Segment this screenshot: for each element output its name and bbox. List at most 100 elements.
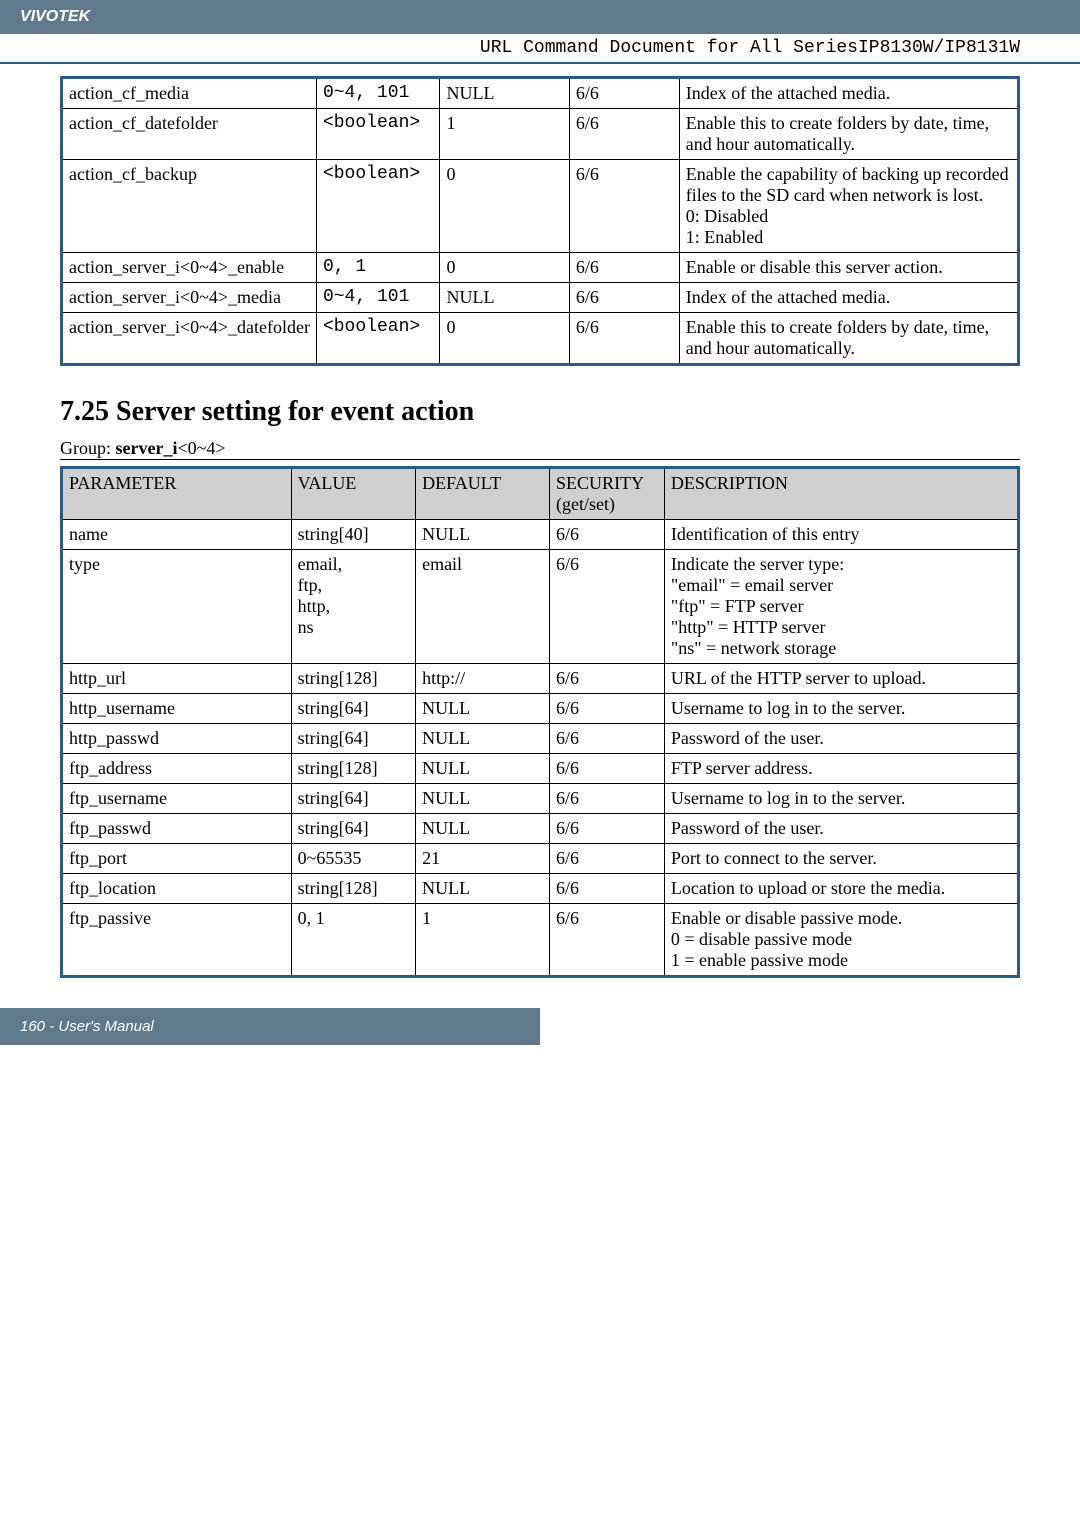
cell-value: string[64]: [291, 784, 415, 814]
cell-desc: Index of the attached media.: [679, 78, 1018, 109]
cell-security: 6/6: [569, 160, 679, 253]
page-footer: 160 - User's Manual: [0, 1008, 540, 1045]
cell-security: 6/6: [550, 874, 665, 904]
cell-default: email: [416, 550, 550, 664]
cell-param: name: [62, 520, 292, 550]
cell-security: 6/6: [550, 754, 665, 784]
cell-default: NULL: [440, 283, 569, 313]
table-event-action: action_cf_media0~4, 101NULL6/6Index of t…: [60, 76, 1020, 366]
cell-value: string[128]: [291, 664, 415, 694]
table-row: ftp_passive0, 116/6Enable or disable pas…: [62, 904, 1019, 977]
cell-value: string[64]: [291, 814, 415, 844]
th-security: SECURITY (get/set): [550, 468, 665, 520]
table-row: action_cf_datefolder<boolean>16/6Enable …: [62, 109, 1019, 160]
cell-default: 0: [440, 160, 569, 253]
cell-value: string[64]: [291, 724, 415, 754]
cell-param: action_cf_media: [62, 78, 317, 109]
table-row: ftp_addressstring[128]NULL6/6FTP server …: [62, 754, 1019, 784]
cell-default: 0: [440, 313, 569, 365]
cell-desc: Username to log in to the server.: [664, 784, 1018, 814]
table-row: action_server_i<0~4>_enable0, 106/6Enabl…: [62, 253, 1019, 283]
cell-default: NULL: [440, 78, 569, 109]
cell-desc: Identification of this entry: [664, 520, 1018, 550]
cell-param: action_server_i<0~4>_media: [62, 283, 317, 313]
cell-security: 6/6: [569, 283, 679, 313]
cell-default: NULL: [416, 814, 550, 844]
cell-desc: Enable or disable this server action.: [679, 253, 1018, 283]
brand-text: VIVOTEK: [20, 8, 90, 25]
cell-param: type: [62, 550, 292, 664]
cell-security: 6/6: [550, 724, 665, 754]
table-row: ftp_passwdstring[64]NULL6/6Password of t…: [62, 814, 1019, 844]
cell-security: 6/6: [550, 694, 665, 724]
cell-security: 6/6: [569, 313, 679, 365]
cell-value: string[40]: [291, 520, 415, 550]
cell-value: <boolean>: [316, 160, 440, 253]
cell-security: 6/6: [569, 78, 679, 109]
cell-desc: FTP server address.: [664, 754, 1018, 784]
cell-param: http_username: [62, 694, 292, 724]
th-description: DESCRIPTION: [664, 468, 1018, 520]
cell-param: http_passwd: [62, 724, 292, 754]
cell-value: <boolean>: [316, 109, 440, 160]
cell-security: 6/6: [550, 520, 665, 550]
cell-desc: Password of the user.: [664, 724, 1018, 754]
cell-param: ftp_port: [62, 844, 292, 874]
cell-desc: Username to log in to the server.: [664, 694, 1018, 724]
cell-value: 0~4, 101: [316, 283, 440, 313]
cell-security: 6/6: [550, 814, 665, 844]
cell-desc: Location to upload or store the media.: [664, 874, 1018, 904]
cell-security: 6/6: [550, 550, 665, 664]
cell-desc: Enable this to create folders by date, t…: [679, 313, 1018, 365]
th-parameter: PARAMETER: [62, 468, 292, 520]
cell-param: http_url: [62, 664, 292, 694]
cell-param: ftp_location: [62, 874, 292, 904]
table-row: action_cf_media0~4, 101NULL6/6Index of t…: [62, 78, 1019, 109]
table-server-params: PARAMETER VALUE DEFAULT SECURITY (get/se…: [60, 466, 1020, 978]
cell-value: string[128]: [291, 754, 415, 784]
cell-default: 1: [416, 904, 550, 977]
cell-desc: Password of the user.: [664, 814, 1018, 844]
cell-default: 0: [440, 253, 569, 283]
cell-desc: Index of the attached media.: [679, 283, 1018, 313]
cell-desc: Port to connect to the server.: [664, 844, 1018, 874]
brand-header: VIVOTEK: [0, 0, 1080, 34]
table-row: ftp_port0~65535216/6Port to connect to t…: [62, 844, 1019, 874]
table-row: action_server_i<0~4>_media0~4, 101NULL6/…: [62, 283, 1019, 313]
cell-default: 1: [440, 109, 569, 160]
group-label: Group: server_i<0~4>: [60, 438, 1020, 460]
cell-default: 21: [416, 844, 550, 874]
cell-security: 6/6: [569, 109, 679, 160]
table-row: http_usernamestring[64]NULL6/6Username t…: [62, 694, 1019, 724]
cell-param: ftp_address: [62, 754, 292, 784]
cell-desc: Enable this to create folders by date, t…: [679, 109, 1018, 160]
table-header-row: PARAMETER VALUE DEFAULT SECURITY (get/se…: [62, 468, 1019, 520]
table-row: http_urlstring[128]http://6/6URL of the …: [62, 664, 1019, 694]
table-row: action_cf_backup<boolean>06/6Enable the …: [62, 160, 1019, 253]
cell-default: NULL: [416, 520, 550, 550]
cell-default: NULL: [416, 724, 550, 754]
cell-value: string[128]: [291, 874, 415, 904]
cell-value: string[64]: [291, 694, 415, 724]
cell-desc: Enable or disable passive mode. 0 = disa…: [664, 904, 1018, 977]
cell-desc: URL of the HTTP server to upload.: [664, 664, 1018, 694]
cell-param: action_cf_datefolder: [62, 109, 317, 160]
cell-param: action_server_i<0~4>_enable: [62, 253, 317, 283]
cell-security: 6/6: [550, 904, 665, 977]
table-row: namestring[40]NULL6/6Identification of t…: [62, 520, 1019, 550]
cell-value: 0~65535: [291, 844, 415, 874]
cell-value: 0, 1: [316, 253, 440, 283]
cell-desc: Enable the capability of backing up reco…: [679, 160, 1018, 253]
cell-param: ftp_username: [62, 784, 292, 814]
table-row: ftp_locationstring[128]NULL6/6Location t…: [62, 874, 1019, 904]
table-row: http_passwdstring[64]NULL6/6Password of …: [62, 724, 1019, 754]
cell-security: 6/6: [569, 253, 679, 283]
cell-security: 6/6: [550, 664, 665, 694]
table-row: ftp_usernamestring[64]NULL6/6Username to…: [62, 784, 1019, 814]
cell-value: email, ftp, http, ns: [291, 550, 415, 664]
cell-security: 6/6: [550, 844, 665, 874]
cell-default: NULL: [416, 694, 550, 724]
th-value: VALUE: [291, 468, 415, 520]
table-row: action_server_i<0~4>_datefolder<boolean>…: [62, 313, 1019, 365]
cell-param: ftp_passive: [62, 904, 292, 977]
